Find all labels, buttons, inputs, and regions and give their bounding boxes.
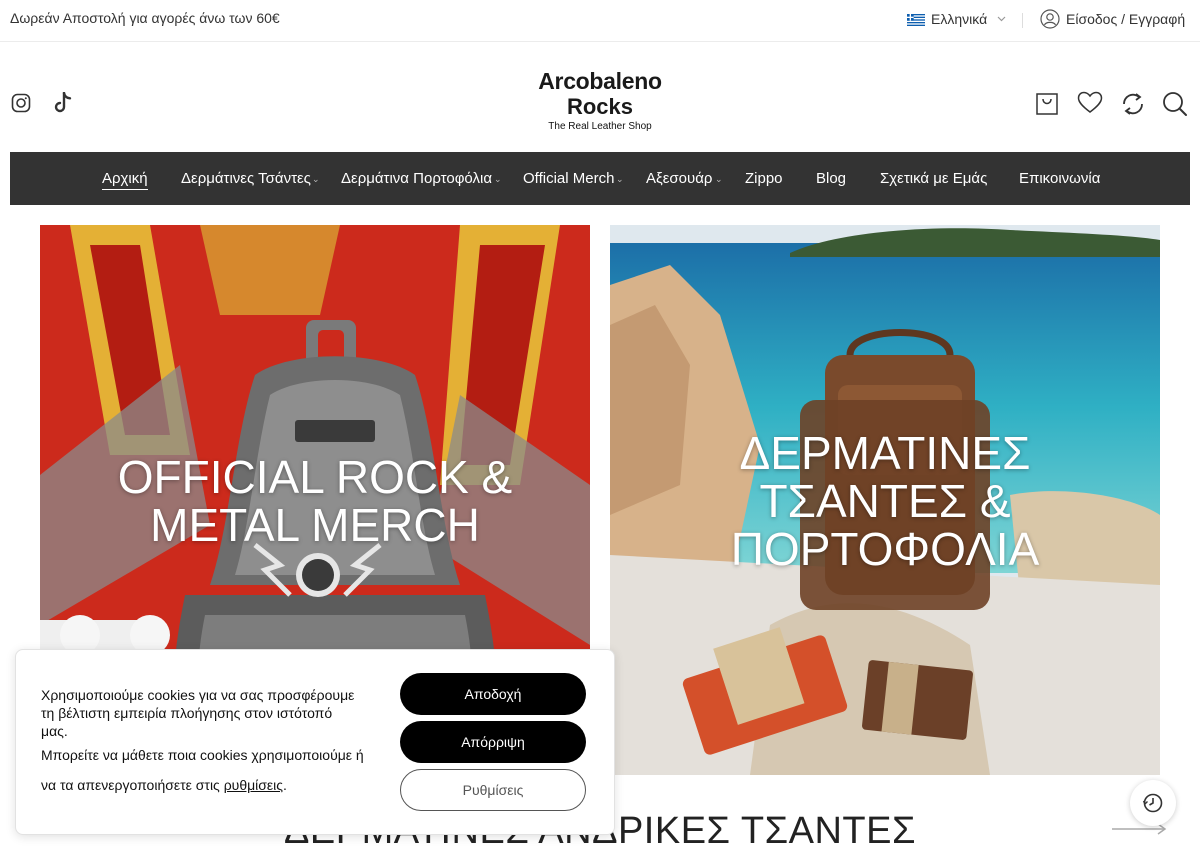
logo-line1: Arcobaleno [538, 68, 662, 94]
nav-item-leather-bags[interactable]: Δερμάτινες Τσάντες [181, 170, 311, 187]
login-register-link[interactable]: Είσοδος / Εγγραφή [1040, 9, 1185, 29]
cookie-message: Χρησιμοποιούμε cookies για να σας προσφέ… [41, 687, 355, 739]
nav-item-blog[interactable]: Blog [816, 170, 846, 187]
banner-left-line2: METAL MERCH [150, 499, 480, 551]
main-navigation: Αρχική Δερμάτινες Τσάντες ⌄ Δερμάτινα Πο… [10, 152, 1190, 205]
chevron-down-icon [997, 14, 1006, 25]
chevron-down-icon: ⌄ [312, 174, 320, 184]
nav-item-about[interactable]: Σχετικά με Εμάς [880, 170, 987, 187]
tiktok-icon[interactable] [53, 91, 73, 119]
site-logo[interactable]: Arcobaleno Rocks The Real Leather Shop [520, 68, 680, 132]
history-icon [1142, 793, 1163, 813]
banner-right-line1: ΔΕΡΜΑΤΙΝΕΣ [739, 427, 1031, 479]
compare-icon[interactable] [1120, 91, 1146, 122]
history-button[interactable] [1130, 780, 1176, 826]
instagram-icon[interactable] [11, 93, 31, 118]
nav-item-contact[interactable]: Επικοινωνία [1019, 170, 1100, 187]
chevron-down-icon: ⌄ [715, 174, 723, 184]
banner-right-line3: ΠΟΡΤΟΦΟΛΙΑ [730, 523, 1040, 575]
cart-icon[interactable] [1036, 91, 1058, 120]
cookie-settings-link[interactable]: ρυθμίσεις [224, 777, 283, 793]
cookie-message-part: Μπορείτε να μάθετε ποια cookies χρησιμοπ… [41, 747, 364, 793]
nav-item-accessories[interactable]: Αξεσουάρ [646, 170, 712, 187]
search-icon[interactable] [1162, 91, 1188, 122]
nav-item-official-merch[interactable]: Official Merch [523, 170, 614, 187]
language-switcher[interactable]: Ελληνικά [907, 11, 1006, 27]
divider [1022, 13, 1023, 28]
cookie-consent-dialog: Χρησιμοποιούμε cookies για να σας προσφέ… [15, 649, 615, 835]
top-bar: Δωρεάν Αποστολή για αγορές άνω των 60€ Ε… [0, 0, 1200, 42]
accept-button[interactable]: Αποδοχή [400, 673, 586, 715]
logo-line2: Rocks [566, 94, 634, 119]
cookie-message-end: . [283, 777, 287, 793]
login-label: Είσοδος / Εγγραφή [1066, 11, 1186, 27]
reject-button[interactable]: Απόρριψη [400, 721, 586, 763]
cookie-message-settings: Μπορείτε να μάθετε ποια cookies χρησιμοπ… [41, 740, 371, 800]
banner-right-line2: ΤΣΑΝΤΕΣ & [759, 475, 1011, 527]
language-label: Ελληνικά [931, 11, 988, 27]
user-icon [1040, 9, 1060, 29]
heart-icon[interactable] [1077, 91, 1103, 120]
nav-item-zippo[interactable]: Zippo [745, 170, 783, 187]
logo-tagline: The Real Leather Shop [548, 121, 652, 132]
chevron-down-icon: ⌄ [494, 174, 502, 184]
nav-item-home[interactable]: Αρχική [102, 170, 148, 190]
leather-bags-banner[interactable]: ΔΕΡΜΑΤΙΝΕΣ ΤΣΑΝΤΕΣ & ΠΟΡΤΟΦΟΛΙΑ [610, 225, 1160, 775]
cookie-settings-button[interactable]: Ρυθμίσεις [400, 769, 586, 811]
banner-left-line1: OFFICIAL ROCK & [117, 451, 513, 503]
nav-item-leather-wallets[interactable]: Δερμάτινα Πορτοφόλια [341, 170, 492, 187]
free-shipping-promo: Δωρεάν Αποστολή για αγορές άνω των 60€ [10, 10, 280, 26]
chevron-down-icon: ⌄ [616, 174, 624, 184]
greek-flag-icon [907, 13, 925, 26]
